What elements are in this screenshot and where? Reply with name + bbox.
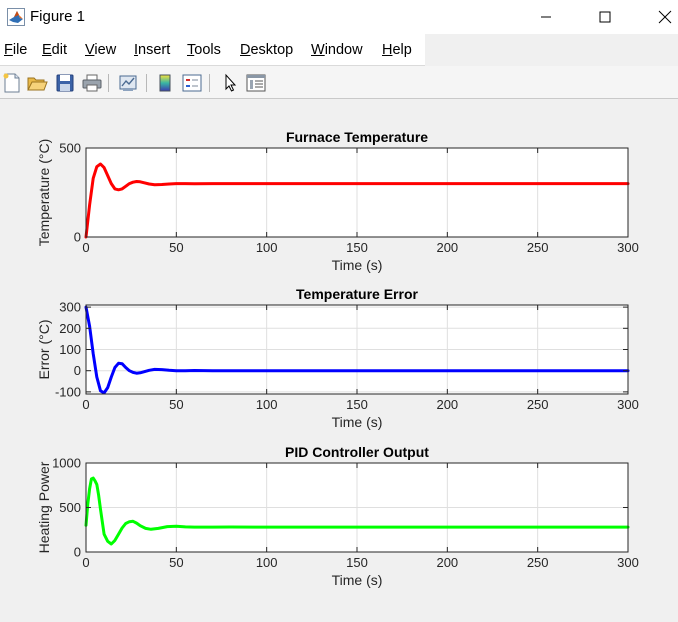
close-button[interactable] [642,0,678,34]
toolbar-separator [209,74,210,92]
save-icon[interactable] [54,72,76,94]
property-inspector-icon[interactable] [245,72,267,94]
pid-controller-output-xtick-label: 300 [617,555,639,570]
furnace-temperature-xtick-label: 0 [82,240,89,255]
title-bar: Figure 1 [0,0,678,34]
temperature-error-xtick-label: 250 [527,397,549,412]
menu-help[interactable]: Help [382,42,412,58]
maximize-button[interactable] [582,0,628,34]
window-title: Figure 1 [30,8,86,25]
menu-tools[interactable]: Tools [187,42,221,58]
insert-legend-icon[interactable] [181,72,203,94]
maximize-icon [599,11,611,23]
close-icon [658,10,672,24]
temperature-error-xtick-label: 0 [82,397,89,412]
furnace-temperature-xtick-label: 250 [527,240,549,255]
furnace-temperature-xtick-label: 100 [256,240,278,255]
temperature-error-ytick-label: 0 [74,363,81,378]
pid-controller-output-ytick-label: 1000 [52,456,81,471]
open-file-icon[interactable] [26,72,48,94]
temperature-error-xtick-label: 50 [169,397,183,412]
furnace-temperature-ylabel: Temperature (°C) [36,139,52,247]
pid-controller-output-axes: 0 50 100 150 200 250 300 0 500 1000 PID Controller… [36,444,639,588]
temperature-error-ytick-label: 200 [59,321,81,336]
figure-plots: 0 50 100 150 200 250 3000500Furnace Temperatur… [36,129,639,588]
pid-controller-output-xlabel: Time (s) [332,572,383,588]
figure-toolbar [0,66,678,99]
furnace-temperature-axes: 0 50 100 150 200 250 300 0 500 Furnace Temperatur… [36,129,639,273]
pid-controller-output-xtick-label: 100 [256,555,278,570]
temperature-error-xtick-label: 200 [436,397,458,412]
matlab-logo-icon [7,8,25,26]
furnace-temperature-xtick-label: 150 [346,240,368,255]
menu-view[interactable]: View [85,42,116,58]
menu-bar-filler [425,34,678,66]
furnace-temperature-xlabel: Time (s) [332,257,383,273]
furnace-temperature-xtick-label: 50 [169,240,183,255]
pid-controller-output-title: PID Controller Output [285,444,429,460]
furnace-temperature-title: Furnace Temperature [286,129,428,145]
menu-desktop[interactable]: Desktop [240,42,293,58]
figure-canvas: 0 50 100 150 200 250 300 0 500 Furnace Temperatur… [0,100,678,617]
furnace-temperature-xtick-label: 300 [617,240,639,255]
pid-controller-output-xtick-label: 200 [436,555,458,570]
pid-controller-output-ytick-label: 0 [74,545,81,560]
menu-window[interactable]: Window [311,42,363,58]
menu-edit[interactable]: Edit [42,42,67,58]
menu-file[interactable]: File [4,42,27,58]
temperature-error-ytick-label: 300 [59,300,81,315]
print-icon[interactable] [81,72,103,94]
temperature-error-xtick-label: 300 [617,397,639,412]
toolbar-separator [108,74,109,92]
new-figure-icon[interactable] [1,72,23,94]
temperature-error-ytick-label: -100 [55,384,81,399]
toolbar-separator [146,74,147,92]
minimize-button[interactable] [523,0,569,34]
minimize-icon [541,16,551,18]
temperature-error-xlabel: Time (s) [332,414,383,430]
pid-controller-output-xtick-label: 250 [527,555,549,570]
pid-controller-output-xtick-label: 0 [82,555,89,570]
insert-colorbar-icon[interactable] [154,72,176,94]
edit-plot-icon[interactable] [219,72,241,94]
temperature-error-ytick-label: 100 [59,342,81,357]
pid-controller-output-ylabel: Heating Power [36,461,52,553]
pid-controller-output-xtick-label: 150 [346,555,368,570]
furnace-temperature-ytick-label: 0 [74,230,81,245]
menu-insert[interactable]: Insert [134,42,170,58]
furnace-temperature-xtick-label: 200 [436,240,458,255]
temperature-error-xtick-label: 150 [346,397,368,412]
furnace-temperature-ytick-label: 500 [59,141,81,156]
menu-bar: File Edit View Insert Tools Desktop Wind… [0,34,678,66]
temperature-error-title: Temperature Error [296,286,418,302]
pid-controller-output-xtick-label: 50 [169,555,183,570]
pid-controller-output-ytick-label: 500 [59,500,81,515]
temperature-error-axes: 0 50 100 150 200 250 300-1000100200300Temperat… [36,286,639,430]
temperature-error-xtick-label: 100 [256,397,278,412]
link-plot-icon[interactable] [117,72,139,94]
temperature-error-ylabel: Error (°C) [36,319,52,379]
